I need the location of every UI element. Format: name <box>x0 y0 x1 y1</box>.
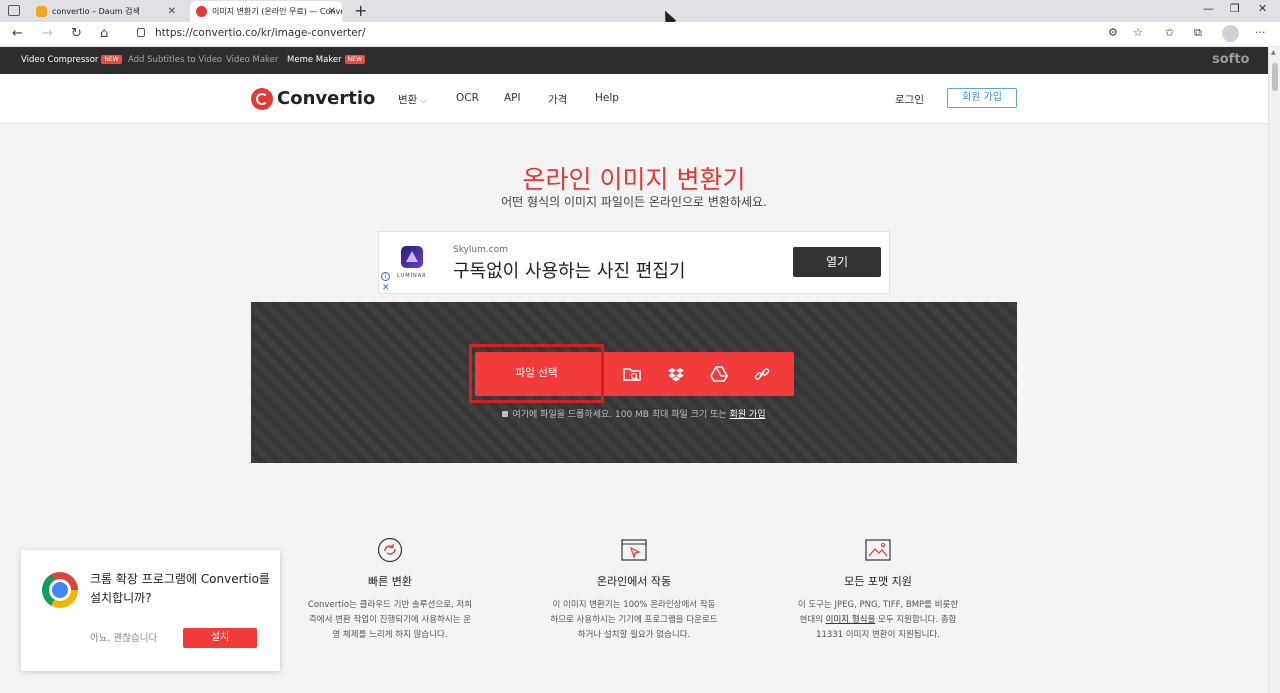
lock-icon[interactable] <box>137 28 145 37</box>
feature-description: 이 이미지 변환기는 100% 온라인상에서 작동하므로 사용하시는 기기에 프… <box>550 598 718 643</box>
refresh-icon <box>377 537 403 563</box>
browser-window-icon <box>621 537 647 563</box>
image-formats-link[interactable]: 이미지 형식을 <box>826 615 876 625</box>
site-header: Convertio 변환 ⌵ OCR API 가격 Help 로그인 회원 가입 <box>0 74 1268 124</box>
dropbox-icon[interactable] <box>667 365 685 383</box>
popup-decline-button[interactable]: 아뇨, 괜찮습니다 <box>90 630 157 644</box>
tab-close-icon[interactable]: ✕ <box>168 1 176 22</box>
close-window-button[interactable]: ✕ <box>1258 2 1267 15</box>
feature-title: 빠른 변환 <box>368 575 412 588</box>
convertio-favicon-icon <box>196 6 207 17</box>
advertisement-banner[interactable]: LUMINAR Skylum.com 구독없이 사용하는 사진 편집기 열기 i… <box>378 231 890 294</box>
tab-title: convertio – Daum 검색 <box>52 7 140 16</box>
tab-actions-icon[interactable] <box>8 5 20 16</box>
add-favorite-icon[interactable]: ☆ <box>1133 26 1143 39</box>
convertio-logo-icon <box>251 88 273 110</box>
minimize-button[interactable]: — <box>1203 2 1214 15</box>
ad-headline[interactable]: 구독없이 사용하는 사진 편집기 <box>453 257 685 283</box>
nav-label: 변환 <box>398 94 418 106</box>
collections-icon[interactable]: ⧉ <box>1194 26 1202 40</box>
drop-hint: 여기에 파일을 드롭하세요. 100 MB 최대 파일 크기 또는 회원 가입 <box>251 407 1017 420</box>
page-subtitle: 어떤 형식의 이미지 파일이든 온라인으로 변환하세요. <box>501 195 767 209</box>
strip-link-meme-maker[interactable]: Meme Maker NEW <box>287 55 365 65</box>
drop-hint-text: 여기에 파일을 드롭하세요. 100 MB 최대 파일 크기 또는 <box>512 410 727 420</box>
file-drop-zone[interactable]: 파일 선택 여기에 파일을 드롭하세요. 100 MB 최대 파일 크기 또는 … <box>251 302 1017 463</box>
browser-menu-icon[interactable]: ··· <box>1255 26 1266 39</box>
scroll-up-arrow-icon[interactable]: ▲ <box>1271 49 1276 56</box>
strip-link-add-subtitles[interactable]: Add Subtitles to Video <box>128 55 222 65</box>
back-button[interactable]: ← <box>12 25 23 43</box>
ad-close-icon[interactable]: ✕ <box>382 283 390 293</box>
strip-link-label: Video Compressor <box>21 55 99 65</box>
ad-domain: Skylum.com <box>453 245 508 255</box>
new-badge: NEW <box>101 55 122 64</box>
strip-link-video-maker[interactable]: Video Maker <box>226 55 278 65</box>
feature-fast-conversion: 빠른 변환 Convertio는 클라우드 기반 솔루션으로, 저희 측에서 변… <box>306 537 474 643</box>
popup-install-button[interactable]: 설치 <box>183 628 257 648</box>
choose-file-highlight: 파일 선택 <box>469 344 604 403</box>
signup-button[interactable]: 회원 가입 <box>947 88 1017 108</box>
nav-help[interactable]: Help <box>595 92 619 104</box>
feature-description: 이 도구는 JPEG, PNG, TIFF, BMP를 비롯한 현대의 이미지 … <box>794 598 962 643</box>
feature-works-online: 온라인에서 작동 이 이미지 변환기는 100% 온라인상에서 작동하므로 사용… <box>550 537 718 643</box>
feature-description-text: 이 이미지 변환기는 100% 온라인상에서 작동하므로 사용하시는 기기에 프… <box>550 600 718 640</box>
address-bar: ← → ↻ ⌂ https://convertio.co/kr/image-co… <box>0 22 1280 47</box>
reload-button[interactable]: ↻ <box>71 25 82 43</box>
site-permissions-icon[interactable]: ⚙ <box>1108 26 1118 39</box>
folder-search-icon[interactable] <box>623 365 641 383</box>
strip-link-video-compressor[interactable]: Video Compressor NEW <box>21 55 122 65</box>
profile-avatar[interactable] <box>1222 25 1239 42</box>
nav-convert-dropdown[interactable]: 변환 ⌵ <box>398 92 427 107</box>
feature-description-text: Convertio는 클라우드 기반 솔루션으로, 저희 측에서 변환 작업이 … <box>307 600 473 640</box>
favorites-icon[interactable]: ✩ <box>1165 26 1174 39</box>
scrollbar-thumb[interactable] <box>1272 63 1278 91</box>
choose-file-button[interactable]: 파일 선택 <box>478 353 595 394</box>
browser-tab-bar: convertio – Daum 검색 ✕ 이미지 변환기 (온라인 무료) —… <box>0 0 1280 26</box>
luminar-logo-icon <box>401 246 423 268</box>
popup-message: 크롬 확장 프로그램에 Convertio를 설치합니까? <box>90 572 270 605</box>
home-button[interactable]: ⌂ <box>100 25 108 43</box>
link-icon[interactable] <box>753 365 771 383</box>
new-badge: NEW <box>344 55 365 64</box>
feature-title: 온라인에서 작동 <box>596 575 672 588</box>
browser-tab-convertio[interactable]: 이미지 변환기 (온라인 무료) — Convertio ✕ <box>190 1 342 22</box>
browser-tab-daum[interactable]: convertio – Daum 검색 ✕ <box>30 1 182 22</box>
google-drive-icon[interactable] <box>710 365 728 383</box>
page-scrollbar[interactable]: ▲ <box>1268 47 1280 693</box>
feature-title: 모든 포맷 지원 <box>844 575 912 588</box>
new-tab-button[interactable]: + <box>354 1 367 21</box>
nav-pricing[interactable]: 가격 <box>548 92 567 107</box>
logo-text: Convertio <box>277 88 376 109</box>
tab-close-icon[interactable]: ✕ <box>328 1 336 22</box>
padlock-icon <box>502 411 509 417</box>
url-field[interactable]: https://convertio.co/kr/image-converter/ <box>155 27 366 39</box>
tab-title: 이미지 변환기 (온라인 무료) — Convertio <box>212 7 342 16</box>
image-icon <box>865 537 891 563</box>
drop-hint-signup-link[interactable]: 회원 가입 <box>730 410 766 420</box>
forward-button[interactable]: → <box>42 25 53 43</box>
maximize-button[interactable]: ❐ <box>1230 2 1240 15</box>
feature-all-formats: 모든 포맷 지원 이 도구는 JPEG, PNG, TIFF, BMP를 비롯한… <box>794 537 962 643</box>
chevron-down-icon: ⌵ <box>420 96 427 105</box>
login-link[interactable]: 로그인 <box>895 92 924 107</box>
ad-info-icon[interactable]: i <box>381 272 390 281</box>
feature-description: Convertio는 클라우드 기반 솔루션으로, 저희 측에서 변환 작업이 … <box>306 598 474 643</box>
strip-link-label: Meme Maker <box>287 55 342 65</box>
ad-open-button[interactable]: 열기 <box>793 247 881 277</box>
chrome-logo-icon <box>42 572 78 608</box>
softo-product-strip: Video Compressor NEW Add Subtitles to Vid… <box>0 47 1268 74</box>
nav-api[interactable]: API <box>504 92 521 104</box>
softo-logo[interactable]: softo <box>1212 52 1249 67</box>
nav-ocr[interactable]: OCR <box>456 92 479 104</box>
ad-brand-mark: LUMINAR <box>397 273 427 279</box>
daum-favicon-icon <box>36 6 47 17</box>
chrome-extension-popup: 크롬 확장 프로그램에 Convertio를 설치합니까? 아뇨, 괜찮습니다 … <box>21 550 280 671</box>
page-title: 온라인 이미지 변환기 <box>522 165 746 194</box>
